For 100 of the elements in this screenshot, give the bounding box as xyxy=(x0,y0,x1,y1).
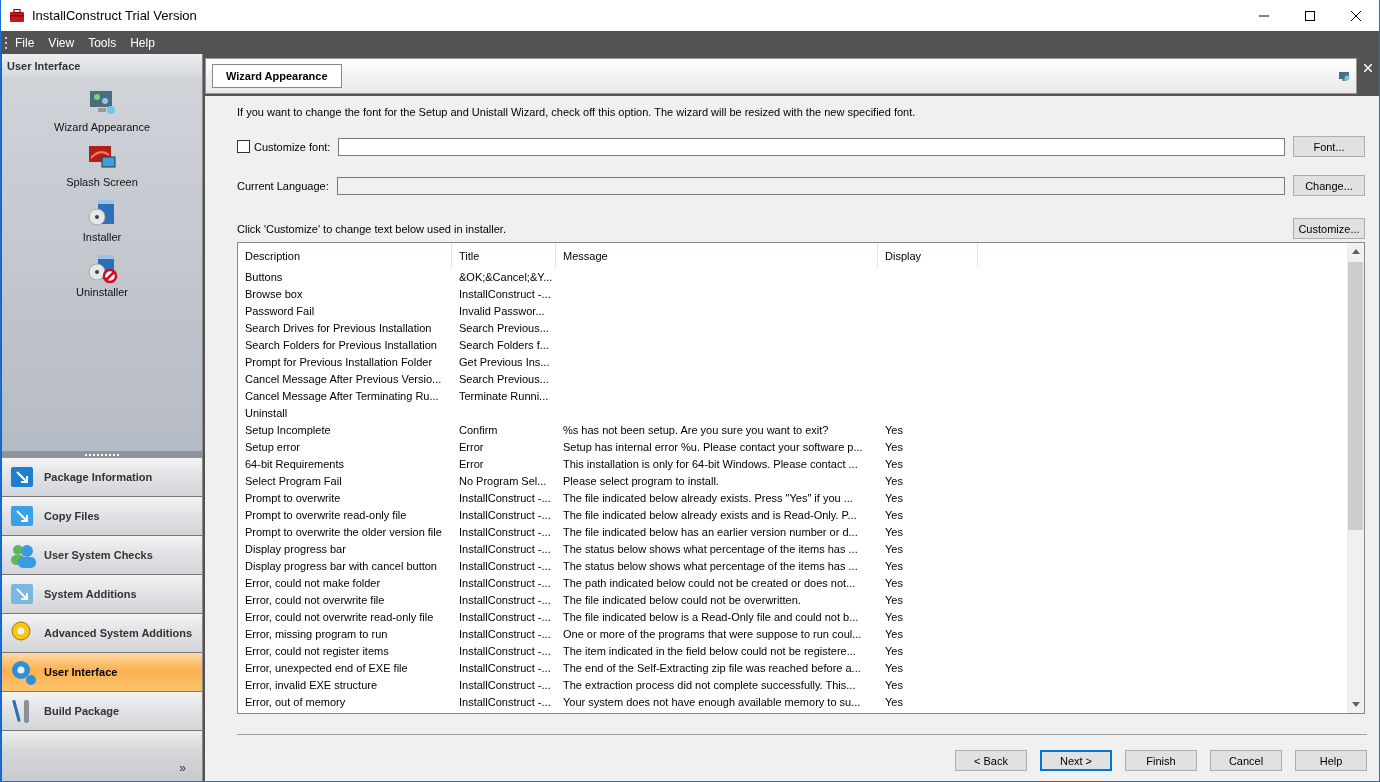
table-cell-text: Search Folders for Previous Installation xyxy=(244,338,438,351)
table-cell-text: The file indicated below is a Read-Only file and could not b... xyxy=(562,610,860,623)
table-cell-text: InstallConstruct -... xyxy=(458,593,552,606)
close-icon[interactable] xyxy=(1351,10,1361,21)
menu-item[interactable]: Help xyxy=(123,35,162,50)
table-cell-text: The file indicated below could not be overwritten. xyxy=(562,593,802,606)
menu-item[interactable]: File xyxy=(8,35,42,50)
wizard-button[interactable]: < Back xyxy=(955,750,1027,771)
scroll-up-icon[interactable] xyxy=(1351,249,1360,254)
wizard-button[interactable]: Help xyxy=(1295,750,1367,771)
wizard-button[interactable]: Next > xyxy=(1040,750,1112,771)
table-cell-text: The file indicated below already exists. Press "Yes" if you ... xyxy=(562,491,854,504)
table-cell-text: &OK;&Cancel;&Y... xyxy=(458,270,554,283)
customize-font-checkbox[interactable]: Customize font: xyxy=(237,140,331,153)
table-cell-text: The file indicated below has an earlier version number or d... xyxy=(562,525,859,538)
sidebar-item[interactable]: Splash Screen xyxy=(60,141,144,190)
table-cell-text: Error, unexpected end of EXE file xyxy=(244,661,409,674)
table-cell-text: Cancel Message After Previous Versio... xyxy=(244,372,443,385)
table-cell-text: Prompt to overwrite read-only file xyxy=(244,508,408,521)
nav-button[interactable]: Advanced System Additions xyxy=(2,614,202,653)
font-field[interactable] xyxy=(338,137,1285,156)
table-cell-text: Error, could not make folder xyxy=(244,576,382,589)
sidebar-item[interactable]: Installer xyxy=(76,196,128,245)
maximize-icon[interactable] xyxy=(1305,10,1315,21)
wizard-button[interactable]: Finish xyxy=(1125,750,1197,771)
table-cell-text: InstallConstruct -... xyxy=(458,287,552,300)
scrollbar[interactable] xyxy=(1347,243,1364,713)
change-button[interactable]: Change... xyxy=(1293,175,1365,196)
table-cell-text: Error, out of memory xyxy=(244,695,347,708)
table-cell-text: One or more of the programs that were suppose to run coul... xyxy=(562,627,863,640)
table-cell-text: InstallConstruct -... xyxy=(458,491,552,504)
table-cell-text: Prompt to overwrite xyxy=(244,491,342,504)
nav-button[interactable]: Copy Files xyxy=(2,497,202,536)
table-cell-text: This installation is only for 64-bit Windows. Please contact ... xyxy=(562,457,859,470)
column-header[interactable]: Description xyxy=(238,243,452,268)
table-cell-text: Search Folders f... xyxy=(458,338,550,351)
monitor-icon xyxy=(1339,70,1350,82)
table-cell-text: Yes xyxy=(884,542,904,555)
table-cell-text: The status below shows what percentage of the items has ... xyxy=(562,559,859,572)
table-cell-text: Yes xyxy=(884,627,904,640)
table-cell-text: Select Program Fail xyxy=(244,474,343,487)
wizard-button[interactable]: Cancel xyxy=(1210,750,1282,771)
column-header[interactable]: Display xyxy=(878,243,978,268)
window-title: InstallConstruct Trial Version xyxy=(32,8,198,23)
table-cell-text: Browse box xyxy=(244,287,304,300)
customize-button[interactable]: Customize... xyxy=(1293,218,1365,239)
nav-button[interactable]: Build Package xyxy=(2,692,202,731)
table-cell-text: InstallConstruct -... xyxy=(458,576,552,589)
table-cell-text: Yes xyxy=(884,695,904,708)
table-cell-text: Error, could not register items xyxy=(244,644,390,657)
scroll-down-icon[interactable] xyxy=(1351,702,1360,707)
table-cell-text: Search Drives for Previous Installation xyxy=(244,321,433,334)
table-cell-text: InstallConstruct -... xyxy=(458,661,552,674)
menu-item[interactable]: Tools xyxy=(81,35,124,50)
toolbox-icon xyxy=(9,8,25,23)
sidebar-item[interactable]: Uninstaller xyxy=(70,251,134,300)
instruction-text: If you want to change the font for the Setup and Unistall Wizard, check off this option. The wizard will be resized with the new specified font. xyxy=(237,106,917,118)
sidebar-item[interactable]: Wizard Appearance xyxy=(48,86,156,135)
column-header[interactable]: Message xyxy=(556,243,878,268)
table-cell-text: The item indicated in the field below could not be registere... xyxy=(562,644,857,657)
table-cell-text: The file indicated below already exists and is Read-Only. P... xyxy=(562,508,858,521)
tab[interactable]: Wizard Appearance xyxy=(212,64,342,88)
table-cell-text: Setup error xyxy=(244,440,302,453)
table-cell-text: InstallConstruct -... xyxy=(458,610,552,623)
table-cell-text: Cancel Message After Terminating Ru... xyxy=(244,389,440,402)
more-button[interactable]: » xyxy=(179,761,186,775)
table-cell-text: Yes xyxy=(884,576,904,589)
table-cell-text: The end of the Self-Extracting zip file was reached before a... xyxy=(562,661,862,674)
table-cell-text: InstallConstruct -... xyxy=(458,542,552,555)
table-cell-text: InstallConstruct -... xyxy=(458,508,552,521)
table-cell-text: %s has not been setup. Are you sure you want to exit? xyxy=(562,423,830,436)
table-cell-text: Yes xyxy=(884,457,904,470)
column-header[interactable]: Title xyxy=(452,243,556,268)
grip-icon xyxy=(5,36,8,49)
table-cell-text: Terminate Runni... xyxy=(458,389,550,402)
table-cell-text: Setup has internal error %u. Please contact your software p... xyxy=(562,440,864,453)
table-cell-text: Error, could not overwrite file xyxy=(244,593,386,606)
font-button[interactable]: Font... xyxy=(1293,136,1365,157)
menu-item[interactable]: View xyxy=(41,35,82,50)
table-cell-text: Yes xyxy=(884,644,904,657)
nav-button[interactable]: User Interface xyxy=(2,653,202,692)
table-cell-text: Error, could not overwrite read-only file xyxy=(244,610,435,623)
table-cell-text: InstallConstruct -... xyxy=(458,627,552,640)
table-cell-text: No Program Sel... xyxy=(458,474,548,487)
nav-button[interactable]: System Additions xyxy=(2,575,202,614)
nav-button[interactable]: Package Information xyxy=(2,458,202,497)
table-cell-text: Yes xyxy=(884,559,904,572)
table-cell-text: Uninstall xyxy=(244,406,289,419)
table-cell-text: Error xyxy=(458,440,485,453)
table-cell-text: Your system does not have enough available memory to su... xyxy=(562,695,862,708)
nav-button[interactable]: User System Checks xyxy=(2,536,202,575)
table-cell-text: InstallConstruct -... xyxy=(458,559,552,572)
table-cell-text: Error, invalid EXE structure xyxy=(244,678,379,691)
table-cell-text: Display progress bar with cancel button xyxy=(244,559,438,572)
table-cell-text: Prompt for Previous Installation Folder xyxy=(244,355,434,368)
table-cell-text: Yes xyxy=(884,508,904,521)
table-cell-text: Invalid Passwor... xyxy=(458,304,546,317)
table-cell-text: Yes xyxy=(884,661,904,674)
table-cell-text: InstallConstruct -... xyxy=(458,644,552,657)
splitter-grip-icon[interactable] xyxy=(85,453,119,456)
